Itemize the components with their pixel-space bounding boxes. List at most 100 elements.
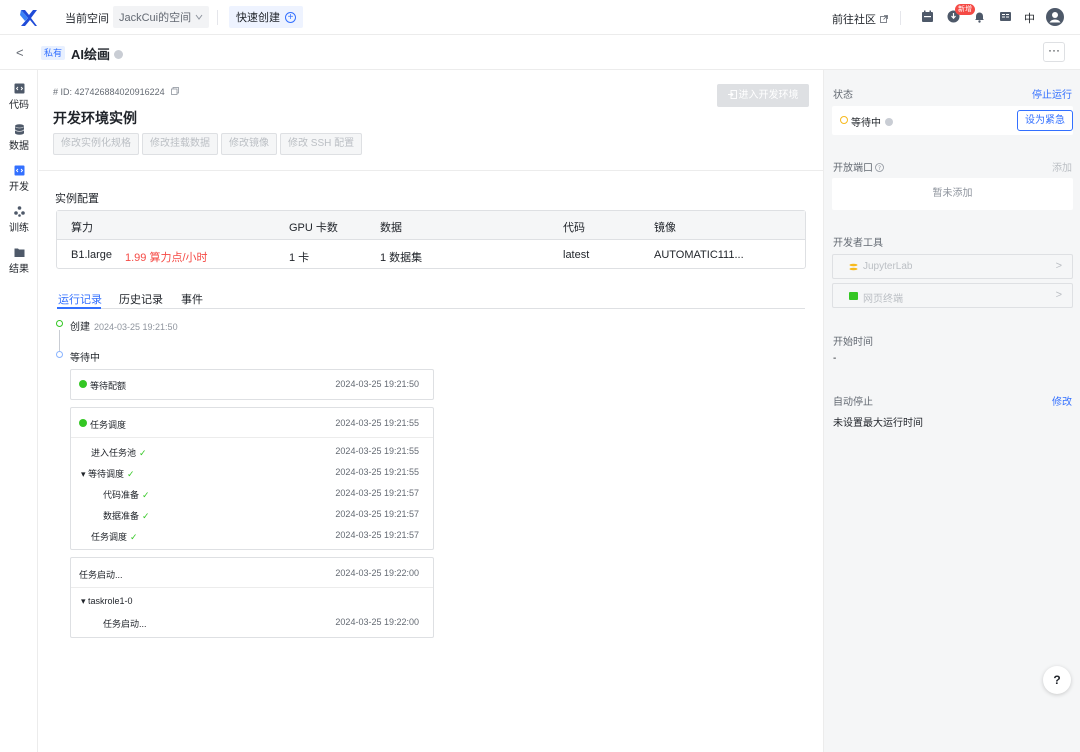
- col-code: 代码: [563, 222, 585, 234]
- stop-run-link[interactable]: 停止运行: [1032, 86, 1072, 101]
- community-link[interactable]: 前往社区: [832, 11, 888, 27]
- info-icon[interactable]: [114, 50, 124, 59]
- community-label: 前往社区: [832, 14, 876, 26]
- enter-dev-env-label: 进入开发环境: [738, 90, 799, 101]
- nav-label: 结果: [9, 264, 29, 275]
- info-icon[interactable]: [885, 118, 893, 126]
- nav-label: 开发: [9, 182, 29, 193]
- terminal-icon: [849, 292, 858, 300]
- stage-start: 任务启动... 2024-03-25 19:22:00 ▾ taskrole1-…: [70, 557, 434, 638]
- help-circle-icon[interactable]: ?: [875, 163, 884, 172]
- edit-spec-button[interactable]: 修改实例化规格: [53, 133, 139, 155]
- timeline-created: 创建 2024-03-25 19:21:50: [70, 318, 178, 333]
- stage-label: 等待配额: [90, 381, 127, 391]
- gpu-count: 1 卡: [289, 252, 310, 264]
- enter-dev-env-button[interactable]: 进入开发环境: [717, 84, 809, 107]
- tab-history[interactable]: 历史记录: [119, 291, 163, 307]
- database-icon: [14, 124, 24, 135]
- stage-label: 任务启动...: [79, 570, 123, 580]
- page-title: 开发环境实例: [53, 110, 137, 126]
- check-circle-icon: [79, 419, 87, 427]
- divider: [39, 170, 823, 171]
- svg-text:?: ?: [878, 165, 881, 172]
- more-button[interactable]: ···: [1043, 42, 1065, 62]
- logo-icon[interactable]: [20, 9, 38, 27]
- sub-step-label: 任务调度: [91, 532, 128, 542]
- copy-icon[interactable]: [171, 87, 180, 95]
- sub-step-label: ▾ 等待调度: [81, 469, 125, 479]
- develop-icon: [14, 165, 24, 176]
- auto-stop-edit-link[interactable]: 修改: [1052, 393, 1072, 408]
- compute-spec: B1.large: [71, 249, 112, 261]
- edit-image-button[interactable]: 修改镜像: [221, 133, 277, 155]
- book-icon[interactable]: [999, 10, 1012, 23]
- result-icon: [14, 248, 24, 257]
- nav-item-data[interactable]: 数据: [0, 124, 38, 152]
- col-gpu: GPU 卡数: [289, 222, 338, 234]
- tool-label: 网页终端: [863, 294, 903, 305]
- main-content: # ID: 427426884020916224 开发环境实例 进入开发环境 修…: [39, 70, 823, 752]
- image-name[interactable]: AUTOMATIC111...: [654, 249, 744, 261]
- stage-header: 等待配额 2024-03-25 19:21:50: [71, 370, 433, 400]
- instance-config-title: 实例配置: [55, 193, 99, 205]
- record-tabs: 运行记录 历史记录 事件: [57, 291, 805, 309]
- language-switch[interactable]: 中: [1024, 10, 1035, 26]
- stage-label: 任务调度: [90, 420, 127, 430]
- web-terminal-button[interactable]: 网页终端 >: [832, 283, 1073, 308]
- sub-step-label: 任务启动...: [103, 619, 147, 629]
- check-icon: ✓: [142, 490, 150, 500]
- tab-events[interactable]: 事件: [181, 291, 203, 307]
- nav-item-develop[interactable]: 开发: [0, 165, 38, 193]
- created-label: 创建: [70, 322, 90, 333]
- code-version: latest: [563, 249, 590, 261]
- calendar-icon[interactable]: [921, 10, 934, 23]
- help-button[interactable]: ?: [1043, 666, 1071, 694]
- nav-item-train[interactable]: 训练: [0, 206, 38, 234]
- jupyterlab-button[interactable]: JupyterLab >: [832, 254, 1073, 279]
- sub-step: 任务调度 ✓: [91, 530, 138, 543]
- space-selector[interactable]: JackCui的空间: [113, 6, 210, 28]
- col-compute: 算力: [71, 222, 93, 234]
- instance-id-text: # ID: 427426884020916224: [53, 87, 165, 97]
- sub-step: 进入任务池 ✓: [91, 446, 147, 459]
- quick-create-button[interactable]: 快速创建 +: [229, 6, 303, 28]
- train-icon: [13, 206, 25, 217]
- quick-create-label: 快速创建: [236, 12, 280, 24]
- table-header: 算力 GPU 卡数 数据 代码 镜像: [57, 211, 805, 240]
- project-title-text: AI绘画: [71, 47, 111, 62]
- timeline-line: [59, 330, 60, 352]
- nav-item-result[interactable]: 结果: [0, 247, 38, 275]
- task-role-toggle[interactable]: ▾ taskrole1-0: [81, 596, 133, 607]
- user-avatar-icon[interactable]: [1046, 8, 1064, 26]
- status-label: 状态: [833, 90, 853, 101]
- stage-header: 任务启动... 2024-03-25 19:22:00: [71, 558, 433, 588]
- stage-schedule: 任务调度 2024-03-25 19:21:55 进入任务池 ✓ 2024-03-…: [70, 407, 434, 550]
- dataset-count: 1 数据集: [380, 252, 423, 264]
- set-urgent-button[interactable]: 设为紧急: [1017, 110, 1073, 131]
- right-panel: 状态 停止运行 等待中 设为紧急 开放端口? 添加 暂未添加 开发者工具 Jup…: [823, 70, 1080, 752]
- plus-circle-icon: +: [285, 11, 296, 23]
- back-arrow-icon[interactable]: <: [16, 45, 24, 60]
- auto-stop-value: 未设置最大运行时间: [833, 418, 923, 429]
- check-circle-icon: [79, 380, 87, 388]
- edit-mount-data-button[interactable]: 修改挂载数据: [142, 133, 218, 155]
- col-image: 镜像: [654, 222, 676, 234]
- check-icon: ✓: [142, 511, 150, 521]
- edit-ssh-button[interactable]: 修改 SSH 配置: [280, 133, 363, 155]
- status-value: 等待中: [851, 114, 893, 129]
- nav-label: 数据: [9, 141, 29, 152]
- check-icon: ✓: [139, 448, 147, 458]
- sub-step[interactable]: ▾ 等待调度 ✓: [81, 467, 135, 480]
- nav-item-code[interactable]: 代码: [0, 83, 38, 111]
- add-port-link[interactable]: 添加: [1052, 159, 1072, 174]
- tab-run-records[interactable]: 运行记录: [58, 291, 102, 307]
- divider: [900, 11, 901, 25]
- bell-icon[interactable]: [973, 10, 986, 23]
- enter-icon: [727, 90, 737, 99]
- nav-label: 训练: [9, 223, 29, 234]
- chevron-down-icon: [195, 14, 203, 20]
- nav-label: 代码: [9, 100, 29, 111]
- sub-step-label: 代码准备: [103, 490, 140, 500]
- status-value-text: 等待中: [851, 118, 881, 129]
- action-buttons: 修改实例化规格 修改挂载数据 修改镜像 修改 SSH 配置: [53, 133, 363, 155]
